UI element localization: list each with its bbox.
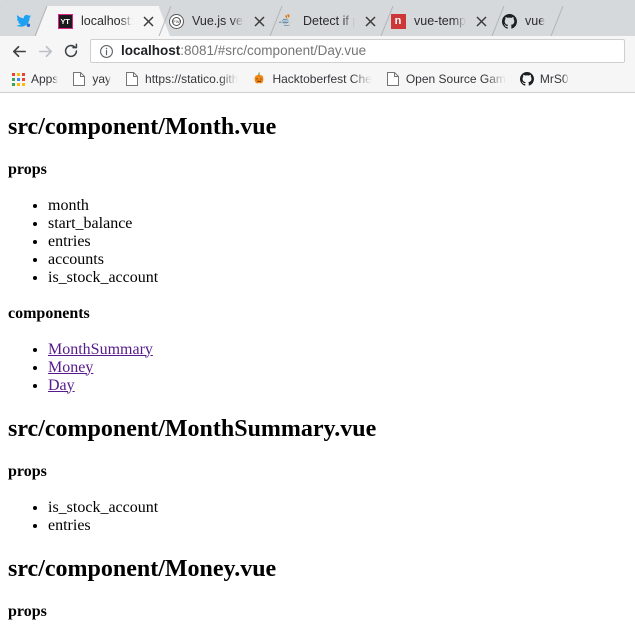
bookmark-label: https://statico.gith: [145, 72, 239, 86]
component-title: src/component/Money.vue: [8, 555, 277, 582]
styleguidist-icon: YT: [57, 13, 73, 29]
list-item: is_stock_account: [48, 269, 627, 287]
reload-button[interactable]: [58, 38, 84, 64]
medallion-icon: FW: [168, 13, 184, 29]
bookmark-open-source-games[interactable]: Open Source Gam: [382, 68, 513, 90]
bookmark-label: MrS0: [539, 72, 569, 86]
bookmark-label: Hacktoberfest Che: [272, 72, 372, 86]
tab-title: vue: [525, 14, 546, 28]
bookmark-statico[interactable]: https://statico.gith: [121, 68, 245, 90]
tab-edge-right: [550, 6, 564, 36]
bookmark-apps[interactable]: Apps: [7, 68, 65, 90]
tab-detect-if-page[interactable]: Detect if pa: [269, 6, 394, 36]
github-icon: [501, 13, 517, 29]
bookmark-hacktoberfest[interactable]: Hacktoberfest Che: [248, 68, 378, 90]
list-item: accounts: [48, 251, 627, 269]
tab-close-icon[interactable]: [472, 12, 490, 30]
url-text: localhost:8081/#src/component/Day.vue: [121, 43, 366, 59]
list-item: month: [48, 197, 627, 215]
component-title: src/component/Month.vue: [8, 114, 277, 140]
tab-vuejs-versus[interactable]: FW Vue.js versus: [158, 6, 283, 36]
bookmark-label: Open Source Gam: [405, 72, 506, 86]
page-viewport: src/component/Month.vuepropsmonthstart_b…: [0, 93, 635, 639]
github-icon: [519, 71, 535, 87]
back-button[interactable]: [6, 38, 32, 64]
bookmark-label: yay: [92, 72, 112, 86]
list-item[interactable]: Day: [48, 377, 627, 395]
list-item: entries: [48, 233, 627, 251]
component-link[interactable]: Day: [48, 377, 75, 394]
page-icon: [71, 71, 87, 87]
svg-text:FW: FW: [173, 19, 179, 24]
browser-window: YT localhost:8081 FW Vue.js versus: [0, 0, 635, 639]
component-link[interactable]: MonthSummary: [48, 341, 153, 358]
java-icon: [279, 13, 295, 29]
tab-title: localhost:8081: [81, 14, 133, 28]
bookmark-mrs0[interactable]: MrS0: [516, 68, 576, 90]
component-list: MonthSummaryMoneyDay: [8, 341, 627, 395]
section-heading: components: [8, 304, 90, 322]
tab-title: Detect if pa: [303, 14, 355, 28]
page-icon: [385, 71, 401, 87]
tab-vue-template[interactable]: n vue-template: [380, 6, 505, 36]
page-icon: [124, 71, 140, 87]
list-item: entries: [48, 517, 627, 535]
list-item: start_balance: [48, 215, 627, 233]
bookmark-label: Apps: [31, 72, 59, 86]
list-item[interactable]: MonthSummary: [48, 341, 627, 359]
tab-strip: YT localhost:8081 FW Vue.js versus: [0, 0, 635, 36]
section-heading: props: [8, 602, 47, 620]
component-title: src/component/MonthSummary.vue: [8, 415, 377, 442]
tab-close-icon[interactable]: [250, 12, 268, 30]
tab-title: Vue.js versus: [192, 14, 244, 28]
prop-list: monthstart_balanceentriesaccountsis_stoc…: [8, 197, 627, 287]
npm-icon: n: [390, 13, 406, 29]
tab-edge-left: [34, 6, 48, 36]
tab-vue-github[interactable]: vue: [491, 6, 564, 36]
tab-close-icon[interactable]: [139, 12, 157, 30]
twitter-icon: [16, 13, 32, 29]
bookmark-yay[interactable]: yay: [68, 68, 118, 90]
address-bar[interactable]: localhost:8081/#src/component/Day.vue: [90, 39, 625, 63]
styleguide-document: src/component/Month.vuepropsmonthstart_b…: [0, 114, 635, 621]
pumpkin-icon: [251, 71, 267, 87]
url-path: :8081/#src/component/Day.vue: [180, 43, 367, 58]
tab-edge-left: [0, 6, 1, 36]
section-heading: props: [8, 462, 47, 480]
info-circle-icon[interactable]: [99, 44, 114, 59]
list-item: is_stock_account: [48, 499, 627, 517]
prop-list: is_stock_accountentries: [8, 499, 627, 535]
component-link[interactable]: Money: [48, 359, 93, 376]
forward-button: [32, 38, 58, 64]
apps-grid-icon: [10, 71, 26, 87]
tab-close-icon[interactable]: [361, 12, 379, 30]
tab-title: vue-template: [414, 14, 466, 28]
section-heading: props: [8, 161, 47, 179]
url-host: localhost: [121, 43, 181, 58]
list-item[interactable]: Money: [48, 359, 627, 377]
browser-toolbar: localhost:8081/#src/component/Day.vue: [0, 36, 635, 66]
bookmarks-bar: Apps yay https://statico.gith Hacktoberf…: [0, 66, 635, 93]
tab-localhost[interactable]: YT localhost:8081: [34, 6, 172, 36]
